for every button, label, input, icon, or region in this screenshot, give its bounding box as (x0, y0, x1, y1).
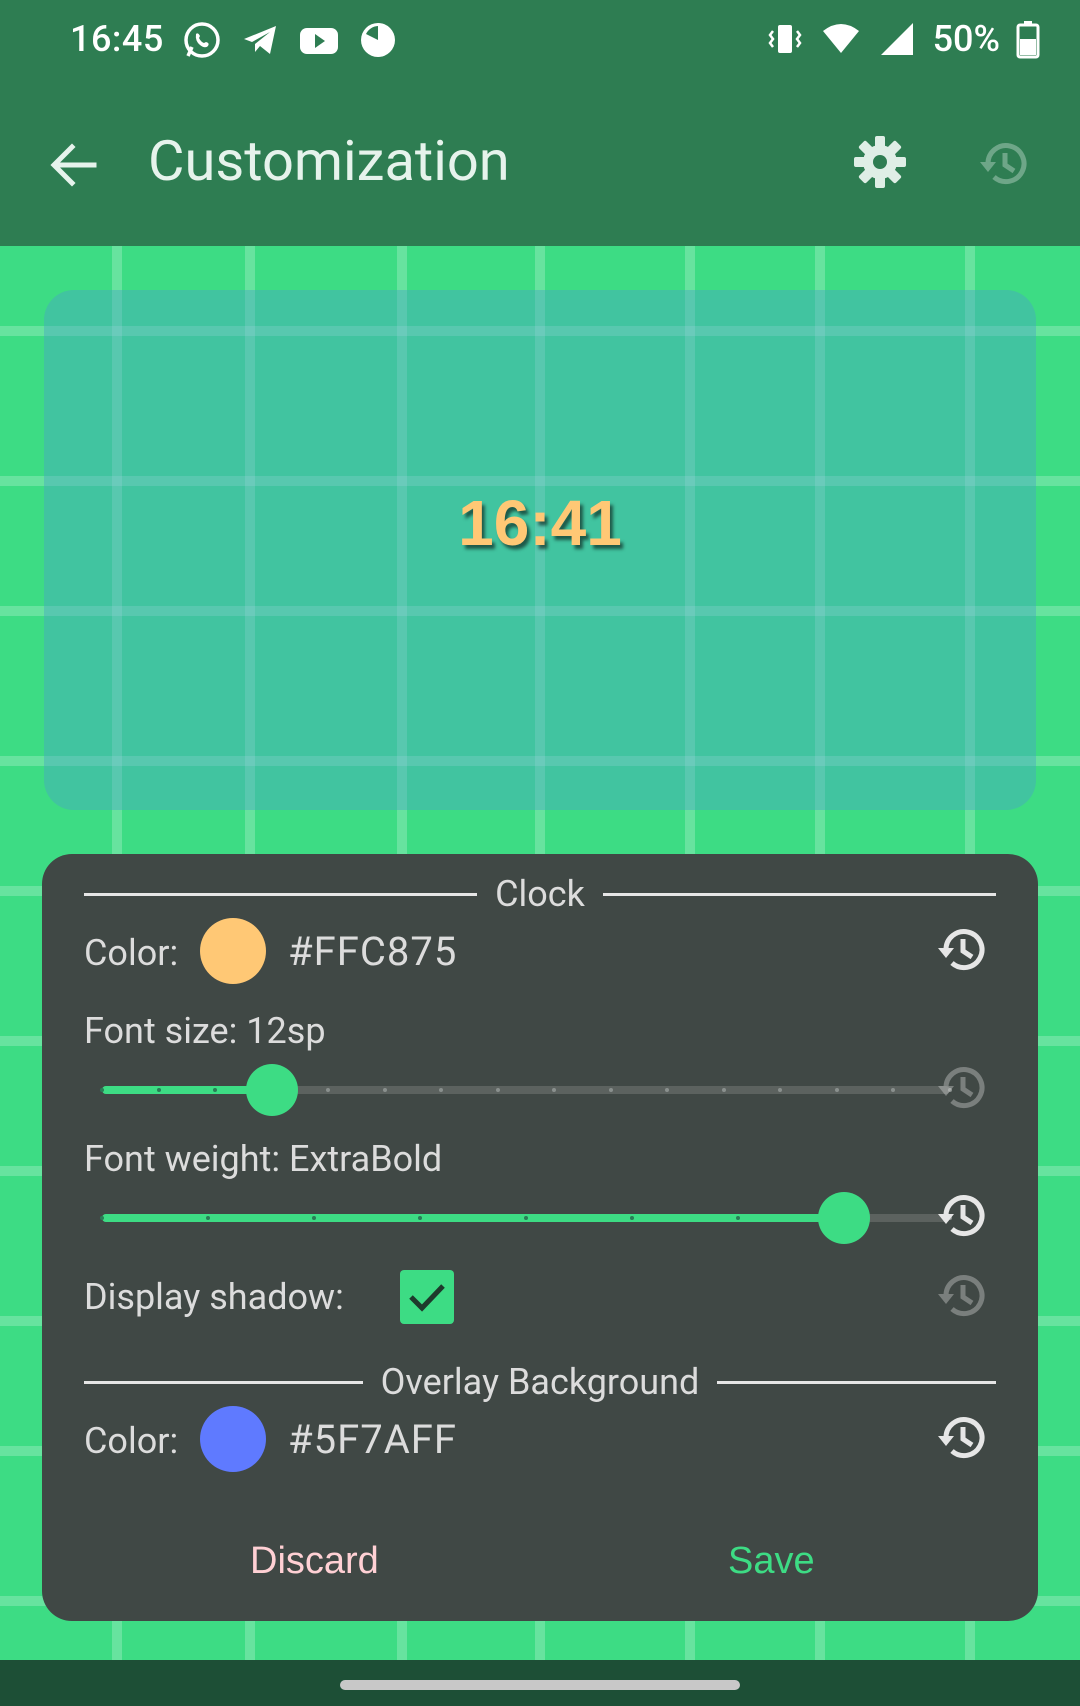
reset-font-size-icon[interactable] (932, 1058, 992, 1118)
slider-tick (835, 1088, 839, 1092)
display-shadow-label: Display shadow: (84, 1276, 344, 1318)
status-time: 16:45 (70, 18, 164, 60)
slider-tick (891, 1088, 895, 1092)
slider-tick (312, 1216, 316, 1220)
overlay-section-title: Overlay Background (380, 1361, 700, 1403)
reset-overlay-color-icon[interactable] (932, 1408, 992, 1468)
slider-tick (439, 1088, 443, 1092)
wifi-icon (822, 24, 859, 53)
slider-tick (100, 1216, 104, 1220)
font-size-slider[interactable] (100, 1064, 952, 1116)
slider-tick (630, 1216, 634, 1220)
youtube-icon (300, 28, 338, 54)
overlay-section-header: Overlay Background (84, 1361, 996, 1403)
font-weight-slider[interactable] (100, 1192, 952, 1244)
battery-icon (1016, 21, 1040, 59)
overlay-color-hex: #5F7AFF (288, 1416, 458, 1463)
font-size-label: Font size: 12sp (84, 1010, 326, 1052)
slider-tick (213, 1088, 217, 1092)
home-gesture-pill[interactable] (340, 1680, 740, 1690)
font-weight-label: Font weight: ExtraBold (84, 1138, 443, 1180)
vibrate-icon (768, 25, 802, 53)
slider-tick (100, 1088, 104, 1092)
history-icon[interactable] (974, 134, 1034, 194)
customization-panel: Clock Color: #FFC875 Font size: 12sp Fon… (42, 854, 1038, 1621)
discard-button[interactable]: Discard (250, 1540, 379, 1583)
clock-app-icon (361, 23, 395, 57)
clock-preview: 16:41 (44, 290, 1036, 810)
clock-section-title: Clock (495, 873, 585, 915)
system-status-icons: 50% (765, 18, 1040, 60)
telegram-icon (244, 26, 276, 54)
slider-tick (326, 1088, 330, 1092)
signal-icon (880, 23, 913, 55)
clock-color-hex: #FFC875 (288, 928, 458, 975)
slider-tick (383, 1088, 387, 1092)
display-shadow-checkbox[interactable] (400, 1270, 454, 1324)
notification-icons (182, 20, 398, 60)
preview-clock-text: 16:41 (458, 487, 622, 559)
reset-clock-color-icon[interactable] (932, 920, 992, 980)
back-arrow-icon[interactable] (46, 136, 104, 194)
slider-tick (609, 1088, 613, 1092)
slider-tick (552, 1088, 556, 1092)
slider-tick (524, 1216, 528, 1220)
slider-thumb[interactable] (818, 1192, 870, 1244)
whatsapp-icon (184, 22, 220, 58)
save-button[interactable]: Save (728, 1540, 815, 1583)
battery-percent: 50% (932, 18, 1000, 60)
overlay-color-swatch[interactable] (200, 1406, 266, 1472)
slider-tick (778, 1088, 782, 1092)
reset-font-weight-icon[interactable] (932, 1186, 992, 1246)
slider-tick (736, 1216, 740, 1220)
page-title: Customization (148, 128, 510, 194)
gear-icon[interactable] (852, 134, 908, 190)
reset-shadow-icon[interactable] (932, 1266, 992, 1326)
app-bar: Customization (0, 84, 1080, 246)
overlay-color-label: Color: (84, 1420, 179, 1462)
slider-tick (418, 1216, 422, 1220)
slider-tick (206, 1216, 210, 1220)
clock-section-header: Clock (84, 873, 996, 915)
slider-tick (157, 1088, 161, 1092)
status-bar: 16:45 50% (0, 0, 1080, 84)
clock-color-label: Color: (84, 932, 179, 974)
slider-tick (496, 1088, 500, 1092)
clock-color-swatch[interactable] (200, 918, 266, 984)
checkmark-icon (409, 1284, 445, 1312)
slider-thumb[interactable] (246, 1064, 298, 1116)
slider-tick (665, 1088, 669, 1092)
navigation-bar (0, 1660, 1080, 1706)
slider-tick (722, 1088, 726, 1092)
